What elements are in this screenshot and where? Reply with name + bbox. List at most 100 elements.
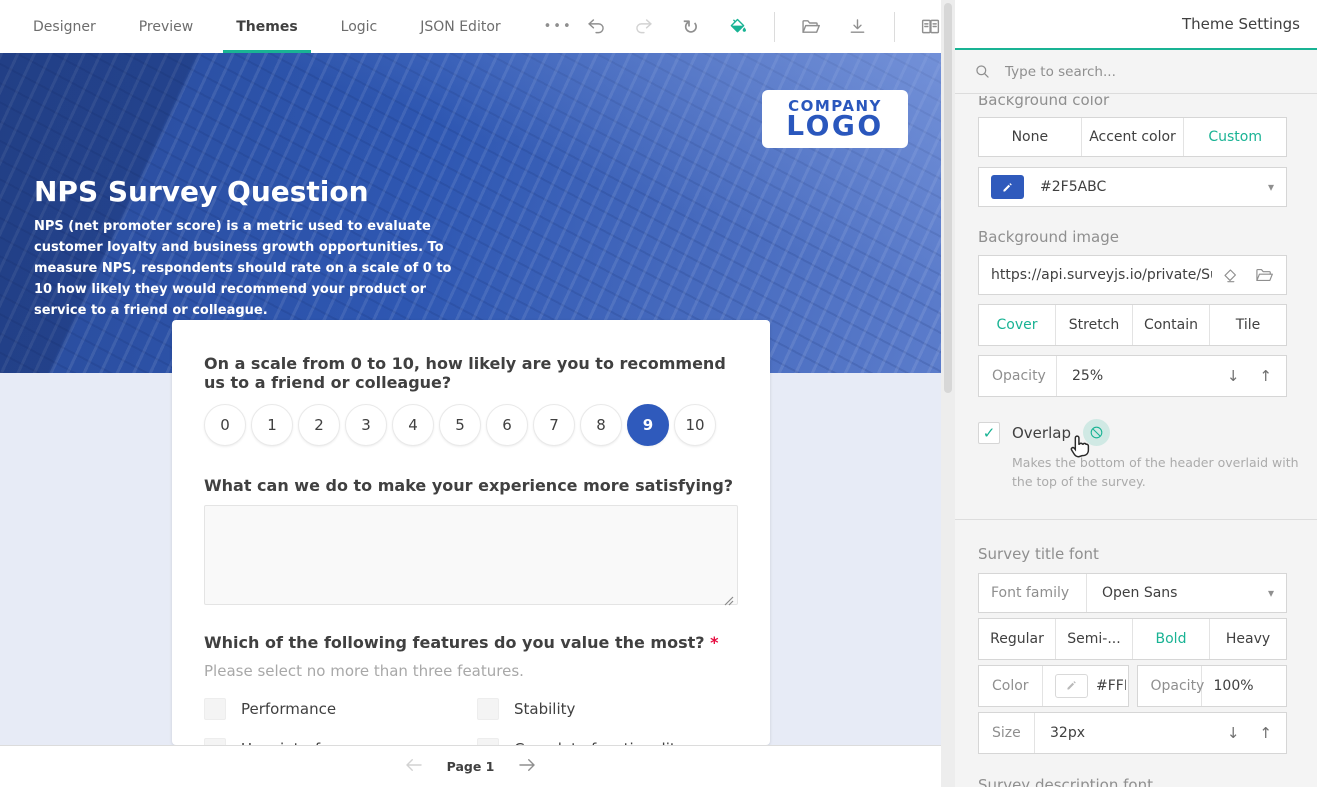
decrease-icon[interactable]: ↓	[1227, 367, 1240, 385]
font-color-field[interactable]: Color #FFFFFF	[978, 665, 1129, 707]
fit-stretch-button[interactable]: Stretch	[1055, 305, 1132, 345]
nps-option-10[interactable]: 10	[674, 404, 716, 446]
checkbox-icon[interactable]	[204, 738, 226, 745]
background-color-picker[interactable]: #2F5ABC ▾	[978, 167, 1287, 207]
redo-icon[interactable]	[633, 16, 655, 38]
font-color-value: #FFFFFF	[1096, 678, 1126, 694]
resize-grip-icon[interactable]	[724, 591, 734, 601]
tab-json-editor[interactable]: JSON Editor	[407, 0, 513, 53]
choice-label: Performance	[241, 700, 336, 718]
title-font-label: Survey title font	[978, 545, 1287, 563]
question-comment-title: What can we do to make your experience m…	[204, 476, 738, 495]
reset-overlap-icon[interactable]	[1083, 419, 1110, 446]
nps-option-9-selected[interactable]: 9	[627, 404, 669, 446]
increase-icon[interactable]: ↑	[1259, 724, 1272, 742]
fit-contain-button[interactable]: Contain	[1132, 305, 1209, 345]
choice-user-interface[interactable]: User interface	[204, 738, 477, 745]
theme-settings-panel: Theme Settings Type to search... Backgro…	[955, 0, 1317, 787]
page-navigation: Page 1	[0, 745, 941, 787]
top-toolbar: Designer Preview Themes Logic JSON Edito…	[0, 0, 941, 53]
bgcolor-none-button[interactable]: None	[979, 118, 1081, 156]
tab-preview[interactable]: Preview	[126, 0, 207, 53]
nps-option-4[interactable]: 4	[392, 404, 434, 446]
nps-option-0[interactable]: 0	[204, 404, 246, 446]
clear-image-icon[interactable]	[1220, 265, 1240, 285]
nps-option-6[interactable]: 6	[486, 404, 528, 446]
company-logo: COMPANY LOGO	[762, 90, 908, 148]
weight-regular-button[interactable]: Regular	[979, 619, 1055, 659]
side-panel-toggle-icon[interactable]	[920, 16, 942, 38]
description-font-label: Survey description font	[978, 776, 1287, 787]
nps-option-5[interactable]: 5	[439, 404, 481, 446]
pencil-icon	[1065, 679, 1078, 692]
tab-designer[interactable]: Designer	[20, 0, 109, 53]
nps-option-2[interactable]: 2	[298, 404, 340, 446]
nps-option-3[interactable]: 3	[345, 404, 387, 446]
overlap-setting: ✓ Overlap	[978, 419, 1287, 446]
choose-file-icon[interactable]	[1254, 265, 1274, 285]
toolbar-separator	[774, 12, 775, 42]
decrease-icon[interactable]: ↓	[1227, 724, 1240, 742]
pencil-icon	[1001, 181, 1014, 194]
choice-complete-functionality[interactable]: Complete functionality	[477, 738, 738, 745]
undo-icon[interactable]	[586, 16, 608, 38]
choice-stability[interactable]: Stability	[477, 698, 738, 720]
more-tabs-button[interactable]: •••	[531, 0, 586, 53]
overlap-description: Makes the bottom of the header overlaid …	[1012, 453, 1304, 492]
checkbox-icon[interactable]	[477, 698, 499, 720]
main-scrollbar[interactable]	[941, 0, 955, 787]
weight-semibold-button[interactable]: Semi-...	[1055, 619, 1132, 659]
checkbox-title-text: Which of the following features do you v…	[204, 633, 710, 652]
nps-option-1[interactable]: 1	[251, 404, 293, 446]
bgcolor-accent-button[interactable]: Accent color	[1081, 118, 1184, 156]
opacity-label: Opacity	[979, 356, 1057, 396]
font-color-label: Color	[979, 666, 1043, 706]
main-column: Designer Preview Themes Logic JSON Edito…	[0, 0, 941, 787]
reset-theme-icon[interactable]: ↻	[680, 16, 702, 38]
nps-option-7[interactable]: 7	[533, 404, 575, 446]
font-family-value: Open Sans	[1087, 585, 1177, 601]
spinner-arrows: ↓ ↑	[1227, 367, 1286, 385]
search-input[interactable]: Type to search...	[955, 50, 1317, 94]
bgcolor-custom-button[interactable]: Custom	[1183, 118, 1286, 156]
open-file-icon[interactable]	[800, 16, 822, 38]
nps-option-8[interactable]: 8	[580, 404, 622, 446]
nps-rating-scale: 0 1 2 3 4 5 6 7 8 9 10	[204, 404, 738, 446]
checkbox-icon[interactable]	[204, 698, 226, 720]
download-icon[interactable]	[847, 16, 869, 38]
toolbar-actions: ↻	[586, 0, 956, 53]
font-opacity-field[interactable]: Opacity 100%	[1137, 665, 1288, 707]
increase-icon[interactable]: ↑	[1259, 367, 1272, 385]
tab-themes[interactable]: Themes	[223, 0, 310, 53]
overlap-label: Overlap	[1012, 424, 1071, 442]
paint-bucket-icon[interactable]	[727, 16, 749, 38]
image-fit-options: Cover Stretch Contain Tile	[978, 304, 1287, 346]
font-size-value: 32px	[1035, 725, 1085, 741]
checkbox-icon[interactable]	[477, 738, 499, 745]
overlap-checkbox[interactable]: ✓	[978, 422, 1000, 444]
font-size-spinner[interactable]: Size 32px ↓ ↑	[978, 712, 1287, 754]
opacity-value: 25%	[1057, 368, 1103, 384]
page-indicator: Page 1	[447, 759, 495, 774]
fit-tile-button[interactable]: Tile	[1209, 305, 1286, 345]
chevron-down-icon[interactable]: ▾	[1268, 586, 1274, 600]
next-page-icon[interactable]	[518, 757, 536, 776]
background-image-url-input[interactable]: https://api.surveyjs.io/private/Surv	[978, 255, 1287, 295]
image-opacity-spinner[interactable]: Opacity 25% ↓ ↑	[978, 355, 1287, 397]
tab-logic[interactable]: Logic	[328, 0, 391, 53]
weight-heavy-button[interactable]: Heavy	[1209, 619, 1286, 659]
font-family-dropdown[interactable]: Font family Open Sans ▾	[978, 573, 1287, 613]
prev-page-icon[interactable]	[405, 757, 423, 776]
search-icon	[973, 62, 992, 81]
background-color-value: #2F5ABC	[1040, 179, 1106, 195]
scrollbar-thumb[interactable]	[944, 3, 952, 393]
fit-cover-button[interactable]: Cover	[979, 305, 1055, 345]
panel-body: Background color None Accent color Custo…	[955, 94, 1317, 787]
weight-bold-button[interactable]: Bold	[1132, 619, 1209, 659]
question-checkbox-subtitle: Please select no more than three feature…	[204, 662, 738, 680]
comment-textarea[interactable]	[204, 505, 738, 605]
chevron-down-icon[interactable]: ▾	[1268, 180, 1274, 194]
font-color-swatch[interactable]	[1055, 674, 1088, 698]
choice-performance[interactable]: Performance	[204, 698, 477, 720]
color-swatch[interactable]	[991, 175, 1024, 199]
